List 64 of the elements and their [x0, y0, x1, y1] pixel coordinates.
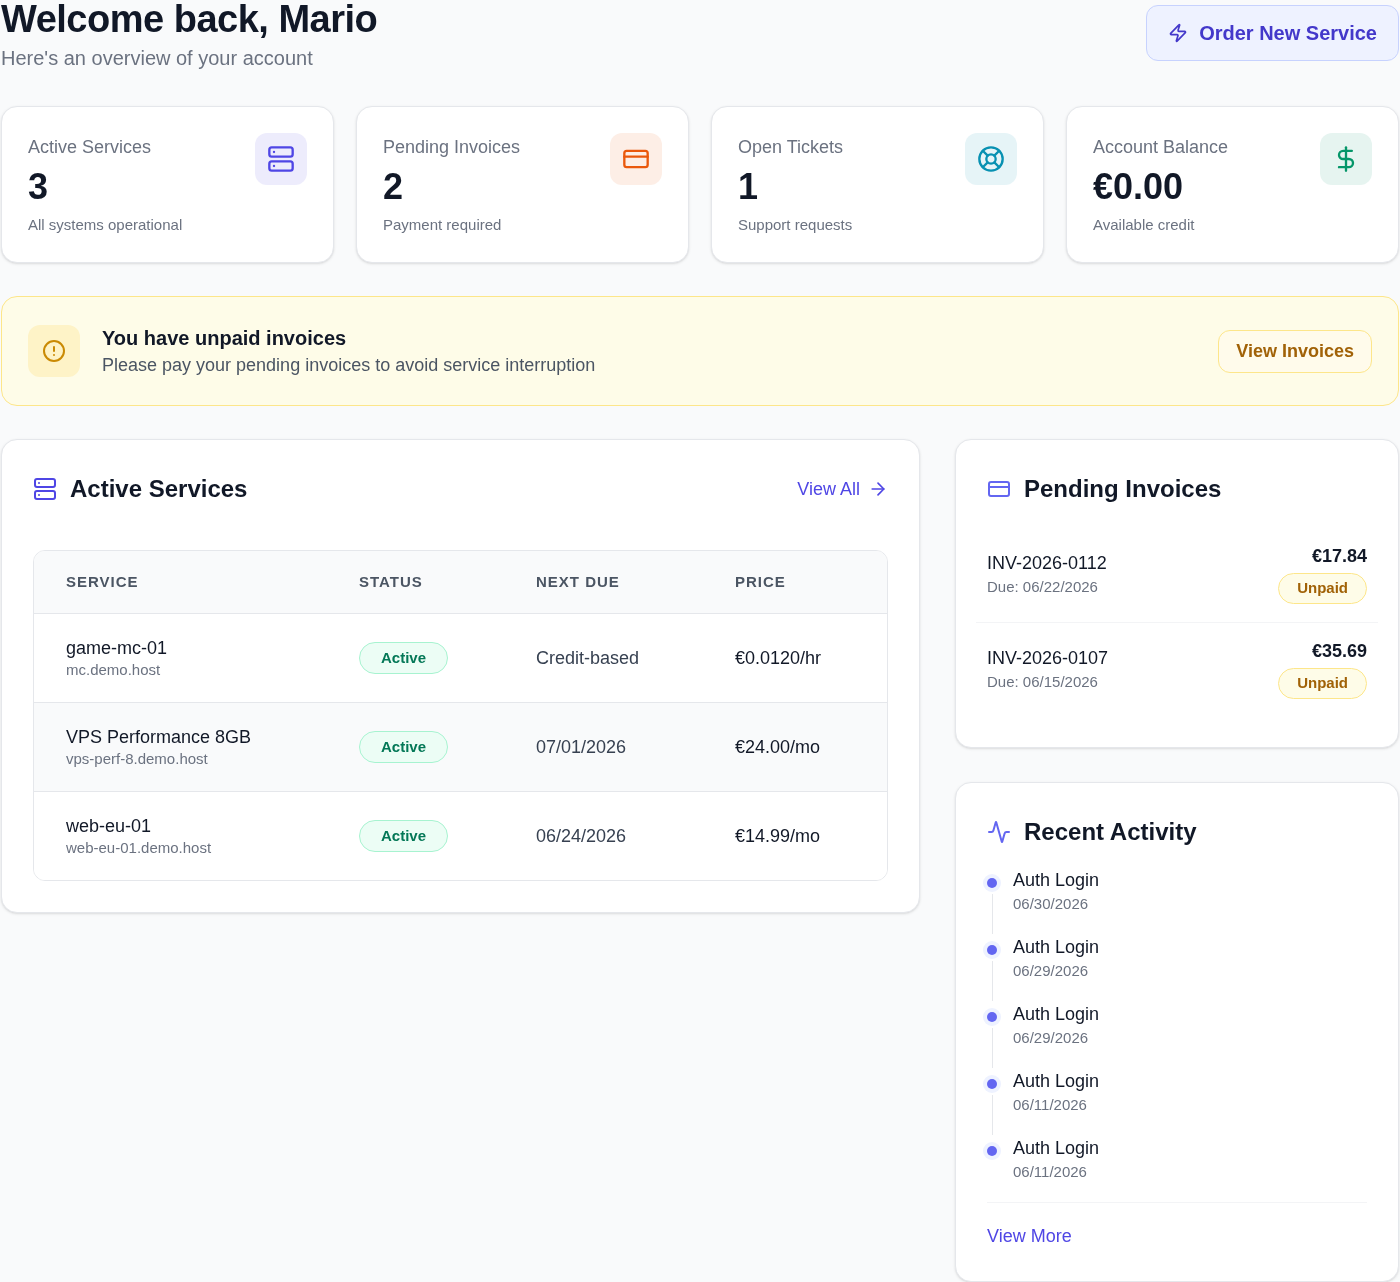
view-all-link[interactable]: View All	[797, 477, 888, 501]
service-name: VPS Performance 8GB	[66, 726, 253, 749]
stat-label: Pending Invoices	[383, 136, 521, 159]
status-badge: Active	[359, 731, 449, 763]
section-title: Recent Activity	[1024, 817, 1197, 847]
stat-label: Open Tickets	[738, 136, 845, 159]
invoice-number: INV-2026-0112	[987, 552, 1107, 575]
order-service-button[interactable]: Order New Service	[1146, 5, 1399, 61]
activity-date: 06/30/2026	[1013, 894, 1090, 914]
service-host: web-eu-01.demo.host	[66, 838, 213, 858]
page-title: Welcome back, Mario	[1, 0, 378, 38]
column-header: SERVICE	[66, 571, 140, 592]
invoice-due-date: Due: 06/15/2026	[987, 672, 1099, 692]
server-icon	[33, 477, 57, 501]
stat-value: 1	[738, 165, 760, 209]
activity-date: 06/11/2026	[1013, 1095, 1088, 1115]
view-invoices-button[interactable]: View Invoices	[1218, 329, 1372, 373]
column-header: NEXT DUE	[536, 571, 621, 592]
activity-event: Auth Login	[1013, 1070, 1100, 1093]
activity-event: Auth Login	[1013, 1003, 1100, 1026]
price-text: €14.99/mo	[735, 825, 822, 848]
next-due-date: Credit-based	[536, 647, 641, 670]
stat-value: 3	[28, 165, 50, 209]
lightning-icon	[1168, 23, 1189, 43]
alert-title: You have unpaid invoices	[102, 326, 348, 351]
alert-message: Please pay your pending invoices to avoid service interruption	[102, 354, 597, 377]
stat-note: Payment required	[383, 215, 503, 235]
service-name: game-mc-01	[66, 637, 169, 660]
status-badge: Active	[359, 820, 449, 852]
service-name: web-eu-01	[66, 815, 153, 838]
pulse-icon	[987, 820, 1011, 844]
activity-event: Auth Login	[1013, 1137, 1100, 1160]
stat-label: Active Services	[28, 136, 153, 159]
stat-label: Account Balance	[1093, 136, 1229, 159]
activity-date: 06/29/2026	[1013, 1028, 1090, 1048]
price-text: €0.0120/hr	[735, 647, 823, 670]
stat-note: Support requests	[738, 215, 853, 235]
column-header: PRICE	[735, 571, 787, 592]
section-title: Active Services	[70, 474, 248, 504]
price-text: €24.00/mo	[735, 736, 822, 759]
view-more-link[interactable]: View More	[987, 1226, 1072, 1246]
column-header: STATUS	[359, 571, 424, 592]
section-title: Pending Invoices	[1024, 474, 1222, 504]
page-subtitle: Here's an overview of your account	[1, 46, 314, 71]
activity-event: Auth Login	[1013, 936, 1100, 959]
next-due-date: 06/24/2026	[536, 825, 628, 848]
stat-note: All systems operational	[28, 215, 183, 235]
status-badge: Unpaid	[1278, 573, 1367, 604]
next-due-date: 07/01/2026	[536, 736, 628, 759]
invoice-amount: €17.84	[1311, 545, 1367, 568]
activity-date: 06/11/2026	[1013, 1162, 1088, 1182]
invoice-due-date: Due: 06/22/2026	[987, 577, 1099, 597]
invoice-amount: €35.69	[1311, 640, 1367, 663]
alert-icon	[28, 325, 80, 377]
service-host: mc.demo.host	[66, 660, 162, 680]
status-badge: Active	[359, 642, 449, 674]
status-badge: Unpaid	[1278, 668, 1367, 699]
stat-value: 2	[383, 165, 405, 209]
service-host: vps-perf-8.demo.host	[66, 749, 209, 769]
invoice-number: INV-2026-0107	[987, 647, 1109, 670]
activity-date: 06/29/2026	[1013, 961, 1090, 981]
activity-event: Auth Login	[1013, 869, 1100, 892]
stat-note: Available credit	[1093, 215, 1196, 235]
stat-value: €0.00	[1093, 165, 1185, 209]
